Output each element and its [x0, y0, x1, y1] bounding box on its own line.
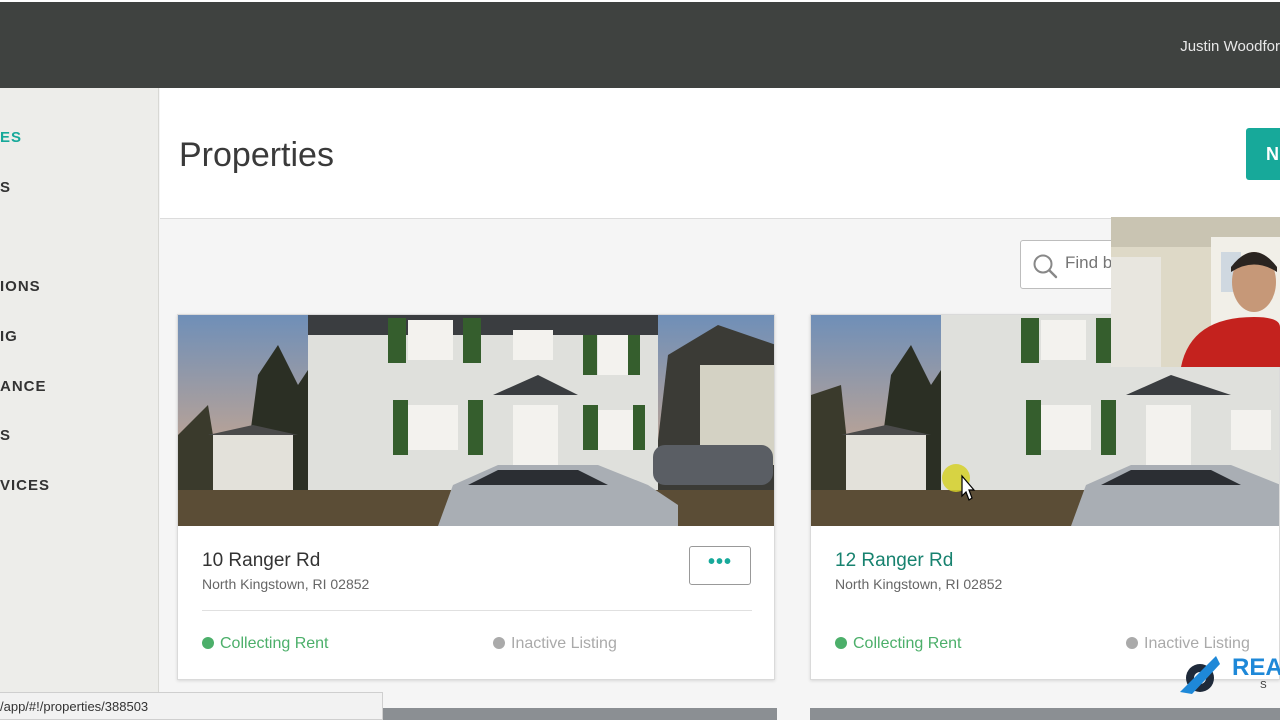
card-divider — [202, 610, 752, 611]
sidebar-item-properties[interactable]: ES — [0, 129, 22, 146]
link-preview-url: /app/#!/properties/388503 — [0, 692, 383, 720]
status-collecting-rent: Collecting Rent — [835, 635, 962, 653]
page-title: Properties — [179, 136, 334, 174]
mouse-cursor-icon — [942, 464, 976, 501]
sidebar-item-screening[interactable]: IG — [0, 328, 18, 345]
webcam-overlay — [1111, 217, 1280, 367]
property-address[interactable]: 12 Ranger Rd — [835, 550, 953, 572]
sidebar-item-tenants[interactable]: S — [0, 179, 11, 196]
gear-logo-icon — [1180, 656, 1220, 694]
sidebar-item-documents[interactable]: S — [0, 427, 11, 444]
new-property-button[interactable]: N — [1246, 128, 1280, 180]
search-icon — [1033, 254, 1058, 279]
top-bar: Justin Woodfor — [0, 0, 1280, 88]
property-photo — [178, 315, 774, 526]
property-card-next-row[interactable] — [810, 708, 1280, 720]
user-name-menu[interactable]: Justin Woodfor — [1180, 38, 1280, 55]
status-inactive-listing: Inactive Listing — [493, 635, 617, 653]
property-city: North Kingstown, RI 02852 — [202, 576, 370, 592]
watermark-subtext: S — [1260, 680, 1267, 691]
status-label: Inactive Listing — [511, 635, 617, 652]
sidebar-item-maintenance[interactable]: ANCE — [0, 378, 47, 395]
status-inactive-listing: Inactive Listing — [1126, 635, 1250, 653]
more-options-button[interactable]: ••• — [689, 546, 751, 585]
channel-watermark: REAI S — [1176, 652, 1280, 698]
status-dot-icon — [493, 637, 505, 649]
watermark-text: REAI — [1232, 654, 1280, 681]
property-card[interactable]: 12 Ranger Rd North Kingstown, RI 02852 C… — [810, 314, 1280, 680]
status-label: Collecting Rent — [220, 635, 329, 652]
status-dot-icon — [1126, 637, 1138, 649]
property-card[interactable]: 10 Ranger Rd North Kingstown, RI 02852 •… — [177, 314, 775, 680]
status-dot-icon — [835, 637, 847, 649]
sidebar-nav: ES S IONS IG ANCE S VICES — [0, 88, 159, 720]
status-label: Inactive Listing — [1144, 635, 1250, 652]
property-address[interactable]: 10 Ranger Rd — [202, 550, 320, 572]
sidebar-item-applications[interactable]: IONS — [0, 278, 41, 295]
property-card-next-row[interactable] — [383, 708, 777, 720]
property-city: North Kingstown, RI 02852 — [835, 576, 1003, 592]
status-collecting-rent: Collecting Rent — [202, 635, 329, 653]
status-dot-icon — [202, 637, 214, 649]
page-header: Properties N — [160, 88, 1280, 219]
status-label: Collecting Rent — [853, 635, 962, 652]
sidebar-item-services[interactable]: VICES — [0, 477, 50, 494]
